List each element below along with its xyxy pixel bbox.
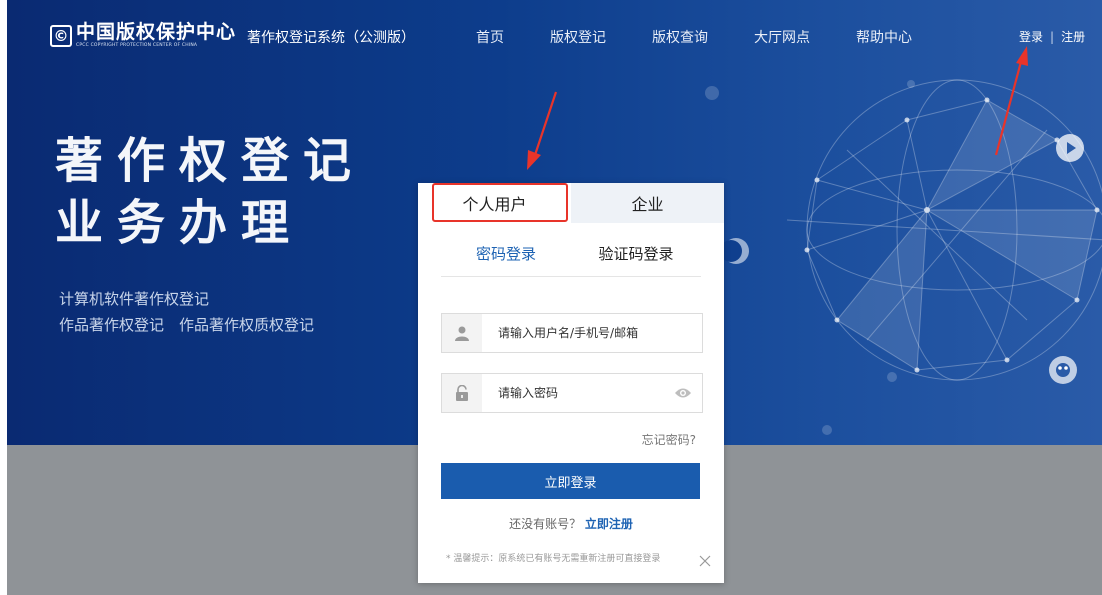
login-method-tabs: 密码登录 验证码登录: [441, 241, 701, 277]
system-name: 著作权登记系统（公测版）: [247, 30, 415, 46]
logo-name: 中国版权保护中心: [76, 21, 237, 44]
user-icon: [442, 314, 482, 352]
logo-text: 中国版权保护中心 CPCC COPYRIGHT PROTECTION CENTE…: [76, 23, 236, 49]
username-input[interactable]: [498, 326, 668, 340]
hero-subtitle: 作品著作权登记 作品著作权质权登记: [59, 316, 315, 334]
no-account-text: 还没有账号？: [509, 517, 582, 531]
site-header: © 中国版权保护中心 CPCC COPYRIGHT PROTECTION CEN…: [7, 0, 1102, 72]
palette-icon: [1049, 356, 1077, 384]
username-field: [441, 313, 703, 353]
password-input[interactable]: [498, 386, 668, 400]
page: 著作权登记 业务办理 计算机软件著作权登记 作品著作权登记 作品著作权质权登记 …: [0, 0, 1102, 595]
nav-item-service-halls[interactable]: 大厅网点: [754, 27, 810, 47]
globe-network-illustration: [786, 79, 1102, 381]
login-card: 个人用户 企业 密码登录 验证码登录 忘记密码? 立即登录 还没有账号？ 立即注…: [418, 183, 724, 583]
register-link[interactable]: 注册: [1061, 28, 1085, 45]
decorative-dot: [705, 86, 719, 100]
decorative-dot: [822, 425, 832, 435]
hero-title: 著作权登记 业务办理: [55, 130, 365, 254]
copyright-icon: ©: [50, 25, 72, 47]
hero-subtitle: 计算机软件著作权登记: [59, 290, 210, 308]
lock-icon: [442, 374, 482, 412]
eye-icon[interactable]: [674, 386, 692, 400]
play-icon: [1056, 134, 1084, 162]
nav-item-query[interactable]: 版权查询: [652, 27, 708, 47]
tab-code-login[interactable]: 验证码登录: [571, 241, 701, 276]
warm-tip: * 温馨提示：原系统已有账号无需重新注册可直接登录: [446, 554, 661, 564]
nav-item-help[interactable]: 帮助中心: [856, 27, 912, 47]
auth-links: 登录 | 注册: [1019, 28, 1085, 45]
tab-enterprise[interactable]: 企业: [571, 183, 724, 223]
site-logo[interactable]: © 中国版权保护中心 CPCC COPYRIGHT PROTECTION CEN…: [50, 23, 236, 49]
login-button[interactable]: 立即登录: [441, 463, 700, 499]
tab-password-login[interactable]: 密码登录: [441, 241, 571, 276]
forgot-password-link[interactable]: 忘记密码?: [642, 431, 696, 448]
close-icon[interactable]: [699, 555, 711, 567]
register-prompt: 还没有账号？ 立即注册: [418, 515, 724, 532]
decorative-dot: [887, 372, 897, 382]
register-now-link[interactable]: 立即注册: [585, 517, 633, 531]
hero-title-line: 业务办理: [55, 195, 304, 251]
hero-title-line: 著作权登记: [55, 133, 366, 189]
main-nav: 首页 版权登记 版权查询 大厅网点 帮助中心: [476, 27, 958, 47]
nav-item-registration[interactable]: 版权登记: [550, 27, 606, 47]
auth-separator: |: [1050, 29, 1055, 44]
highlight-box: [432, 183, 568, 222]
nav-item-home[interactable]: 首页: [476, 27, 504, 47]
decorative-dot: [907, 80, 915, 88]
login-link[interactable]: 登录: [1019, 28, 1043, 45]
moon-icon: [723, 238, 749, 264]
logo-english-name: CPCC COPYRIGHT PROTECTION CENTER OF CHIN…: [76, 43, 198, 49]
password-field: [441, 373, 703, 413]
